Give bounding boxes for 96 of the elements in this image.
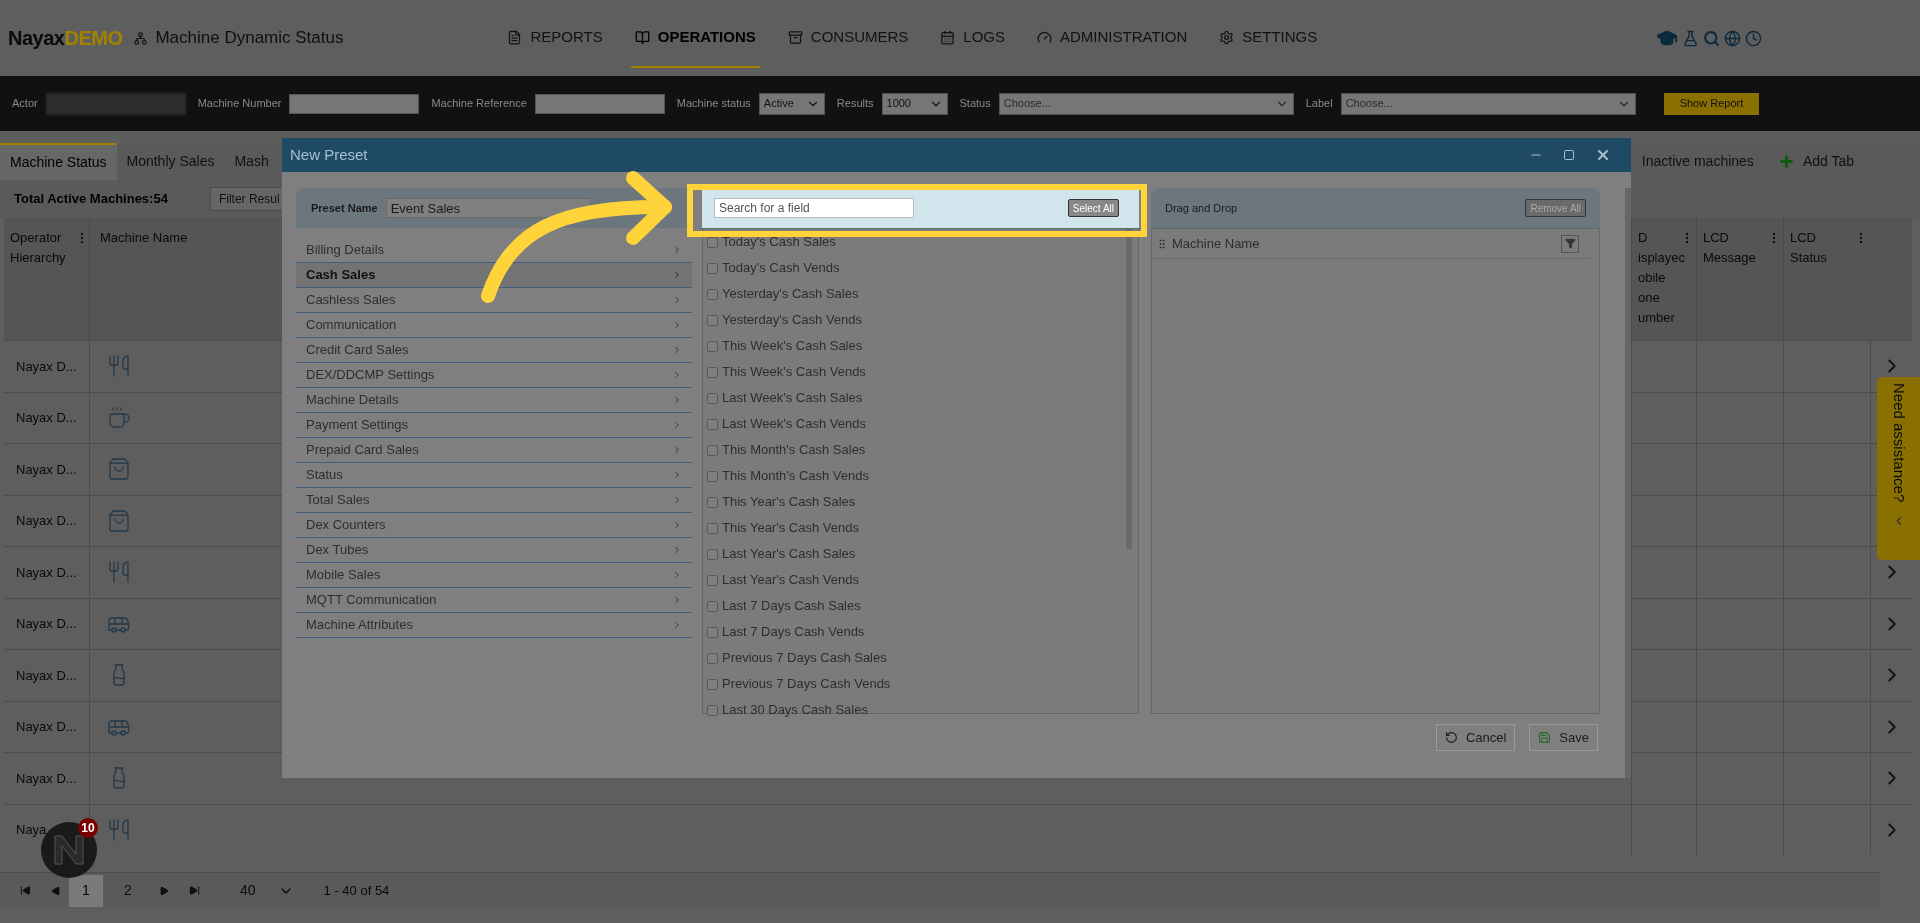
drop-title: Drag and Drop xyxy=(1165,200,1238,216)
column-title: LCD xyxy=(1703,229,1729,247)
filter-label: Machine Reference xyxy=(431,96,527,112)
page-button[interactable]: 2 xyxy=(111,874,145,907)
select-field[interactable]: Active xyxy=(758,92,825,115)
field-checkbox-row[interactable]: Last Week's Cash Sales xyxy=(703,385,1126,411)
field-checkbox-row[interactable]: Last 7 Days Cash Sales xyxy=(703,593,1126,619)
category-item[interactable]: Status xyxy=(296,463,692,488)
field-checkbox-row[interactable]: Last Year's Cash Vends xyxy=(703,567,1126,593)
view-tab[interactable]: Monthly Sales xyxy=(116,143,225,180)
category-item[interactable]: Payment Settings xyxy=(296,413,692,438)
page-title: Machine Dynamic Status xyxy=(155,27,344,50)
nav-tab[interactable]: SETTINGS xyxy=(1215,8,1322,68)
filter-label: Actor xyxy=(12,96,38,112)
select-field[interactable]: 1000 xyxy=(881,92,948,115)
view-tab[interactable]: Machine Status xyxy=(0,143,117,180)
column-title: Status xyxy=(1790,249,1828,267)
column-header[interactable]: D isplayec obile one umber xyxy=(1631,218,1696,340)
table-cell: Nayax D... xyxy=(4,494,90,546)
search-field[interactable]: Search for a field xyxy=(714,198,914,218)
select-field[interactable]: Choose... xyxy=(998,92,1294,115)
add-tab-button[interactable]: Add Tab xyxy=(1777,151,1854,172)
view-tab[interactable]: Inactive machines xyxy=(1641,151,1754,172)
field-checkbox-row[interactable]: Today's Cash Vends xyxy=(703,255,1126,281)
column-title: D xyxy=(1638,229,1648,247)
preset-name-label: Preset Name xyxy=(311,200,378,216)
field-checkbox-row[interactable]: Previous 7 Days Cash Sales xyxy=(703,645,1126,671)
pagination-summary: 1 - 40 of 54 xyxy=(323,881,390,900)
select-all-button[interactable]: Select All xyxy=(1067,199,1119,217)
category-item[interactable]: Cashless Sales xyxy=(296,288,692,313)
category-item[interactable]: Cash Sales xyxy=(296,263,692,288)
table-cell: Nayax D... xyxy=(4,340,90,392)
category-item[interactable]: Prepaid Card Sales xyxy=(296,438,692,463)
category-item[interactable]: Dex Counters xyxy=(296,513,692,538)
filter-label: Label xyxy=(1305,96,1333,112)
field-checkbox-row[interactable]: Last 30 Days Cash Sales xyxy=(703,697,1126,723)
column-chip[interactable]: Machine Name xyxy=(1152,229,1591,259)
table-cell: Nayax D... xyxy=(4,700,90,752)
select-field[interactable]: Choose... xyxy=(1340,92,1636,115)
nav-tab[interactable]: LOGS xyxy=(936,8,1009,68)
show-report-button[interactable]: Show Report xyxy=(1663,92,1760,115)
field-checkbox-row[interactable]: This Month's Cash Sales xyxy=(703,437,1126,463)
save-button[interactable]: Save xyxy=(1529,724,1598,751)
category-item[interactable]: DEX/DDCMP Settings xyxy=(296,363,692,388)
page-button[interactable]: 1 xyxy=(69,874,103,907)
field-checkbox-row[interactable]: Today's Cash Sales xyxy=(703,229,1126,255)
category-item[interactable]: Mobile Sales xyxy=(296,563,692,588)
field-checkbox-row[interactable]: Last Year's Cash Sales xyxy=(703,541,1126,567)
page-size-select[interactable]: 40 xyxy=(240,880,294,901)
category-item[interactable]: Credit Card Sales xyxy=(296,338,692,363)
category-item[interactable]: Machine Details xyxy=(296,388,692,413)
column-title: LCD xyxy=(1790,229,1816,247)
assistance-tab[interactable]: Need assistance? xyxy=(1877,377,1920,560)
filter-label: Status xyxy=(959,96,991,112)
view-tab[interactable]: Mash xyxy=(224,143,279,180)
cancel-button[interactable]: Cancel xyxy=(1435,724,1516,751)
category-item[interactable]: Communication xyxy=(296,313,692,338)
column-title: Message xyxy=(1703,249,1757,267)
column-title: Operator Hierarchy xyxy=(10,229,67,267)
table-cell: Nayax D... xyxy=(4,391,90,443)
table-cell: Nayax D... xyxy=(4,597,90,649)
column-header[interactable]: Operator Hierarchy xyxy=(4,218,90,340)
column-header[interactable]: LCD Status xyxy=(1783,218,1870,340)
preset-name-field[interactable]: Event Sales xyxy=(385,198,591,218)
column-title: isplayec obile one umber xyxy=(1638,249,1686,327)
field-checkbox-row[interactable]: This Year's Cash Sales xyxy=(703,489,1126,515)
field-checkbox-row[interactable]: This Year's Cash Vends xyxy=(703,515,1126,541)
dialog-title: New Preset xyxy=(290,144,368,165)
column-header[interactable]: LCD Message xyxy=(1696,218,1783,340)
category-item[interactable]: MQTT Communication xyxy=(296,588,692,613)
category-item[interactable]: Dex Tubes xyxy=(296,538,692,563)
table-cell: Nayax D... xyxy=(4,752,90,804)
field-checkbox-row[interactable]: Previous 7 Days Cash Vends xyxy=(703,671,1126,697)
field-checkbox-row[interactable]: Yesterday's Cash Vends xyxy=(703,307,1126,333)
filter-label: Results xyxy=(836,96,874,112)
nav-tab[interactable]: REPORTS xyxy=(503,8,607,68)
filter-label: Machine status xyxy=(676,96,751,112)
nav-tab[interactable]: CONSUMERS xyxy=(783,8,913,68)
table-cell: Nayax D... xyxy=(4,649,90,701)
category-item[interactable]: Total Sales xyxy=(296,488,692,513)
filter-label: Machine Number xyxy=(197,96,282,112)
nav-tab[interactable]: ADMINISTRATION xyxy=(1033,8,1192,68)
category-item[interactable]: Machine Attributes xyxy=(296,613,692,638)
nav-tab[interactable]: OPERATIONS xyxy=(630,8,760,68)
remove-all-button[interactable]: Remove All xyxy=(1525,199,1586,217)
field-checkbox-row[interactable]: This Week's Cash Sales xyxy=(703,333,1126,359)
notification-badge: 10 xyxy=(78,818,98,838)
field-checkbox-row[interactable]: Yesterday's Cash Sales xyxy=(703,281,1126,307)
logo[interactable]: NayaxDEMO xyxy=(8,23,123,53)
total-count: Total Active Machines:54 xyxy=(14,190,168,209)
field-checkbox-row[interactable]: This Week's Cash Vends xyxy=(703,359,1126,385)
field-checkbox-row[interactable]: Last Week's Cash Vends xyxy=(703,411,1126,437)
field-checkbox-row[interactable]: This Month's Cash Vends xyxy=(703,463,1126,489)
table-cell: Nayax D... xyxy=(4,443,90,495)
table-cell: Nayax D... xyxy=(4,546,90,598)
field-checkbox-row[interactable]: Last 7 Days Cash Vends xyxy=(703,619,1126,645)
